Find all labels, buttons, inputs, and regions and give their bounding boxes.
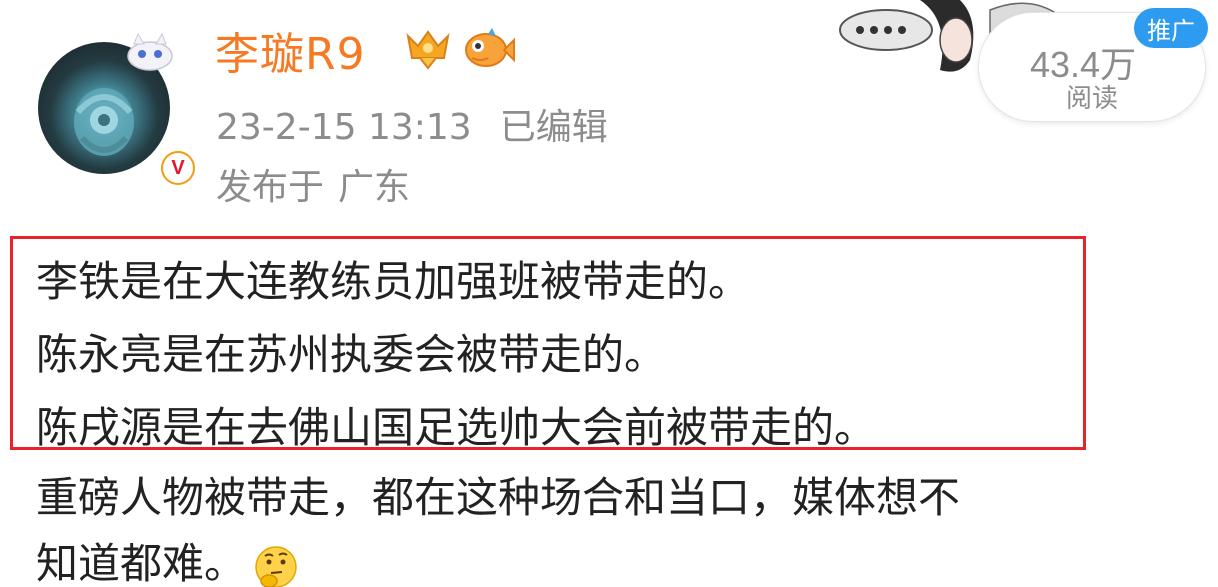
post-text-line: 李铁是在大连教练员加强班被带走的。 [36,257,751,306]
post-text-line: 知道都难。 [36,530,300,587]
edited-label[interactable]: 已编辑 [500,107,608,148]
post-text-line: 陈戌源是在去佛山国足选帅大会前被带走的。 [36,403,877,452]
post-text-line: 重磅人物被带走，都在这种场合和当口，媒体想不 [36,473,961,522]
published-prefix: 发布于 [216,167,325,208]
avatar-pendant-icon [127,32,173,71]
post-location: 发布于 广东 [216,158,410,210]
thinking-face-emoji-icon [255,545,297,587]
username[interactable]: 李璇R9 [215,18,366,82]
promote-button[interactable]: 推广 [1134,8,1208,48]
crown-medal-icon[interactable] [404,28,452,70]
post-text-end: 知道都难。 [36,539,247,587]
reads-label: 阅读 [1066,84,1119,114]
verified-badge-icon: V [158,148,198,188]
location-text: 广东 [338,167,411,208]
avatar[interactable]: V [38,32,198,188]
fish-badge-icon[interactable] [462,26,516,70]
post-timestamp: 23-2-15 13:13 [216,107,472,148]
post-meta: 23-2-15 13:13 已编辑 [216,98,608,150]
weibo-post: V 李璇R9 23-2-15 13:13 已编辑 发布于 广东 43.4万 阅读 推… [0,0,1218,587]
post-text-line: 陈永亮是在苏州执委会被带走的。 [36,330,667,379]
